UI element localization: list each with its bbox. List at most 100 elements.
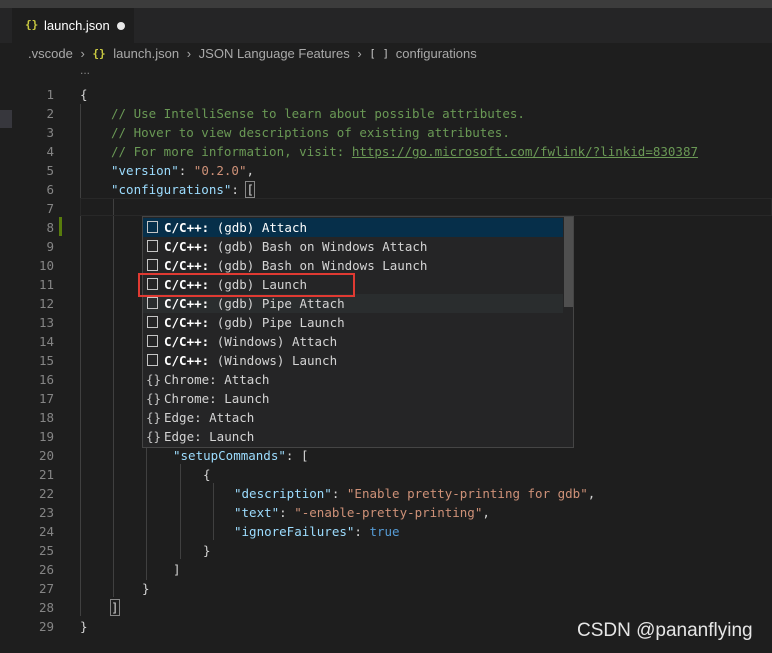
- snippet-icon: [147, 335, 158, 347]
- json-file-icon: {}: [25, 18, 39, 31]
- suggestion-item[interactable]: C/C++: (gdb) Attach: [143, 218, 563, 237]
- code-line: }: [203, 543, 211, 558]
- suggestion-label: C/C++: (gdb) Pipe Launch: [164, 313, 345, 332]
- line-number: 13: [38, 315, 54, 330]
- code-line: "description": "Enable pretty-printing f…: [234, 484, 595, 503]
- punct: :: [279, 505, 295, 520]
- json-key: "version": [111, 163, 179, 178]
- chevron-right-icon: ›: [80, 46, 85, 62]
- line-number: 23: [38, 505, 54, 520]
- suggestion-match: C/C++:: [164, 334, 217, 349]
- tab-launch-json[interactable]: {} launch.json: [12, 8, 134, 44]
- suggestion-match: Chrome:: [164, 372, 225, 387]
- suggestion-label: Chrome: Attach: [164, 370, 269, 389]
- suggestion-item[interactable]: C/C++: (gdb) Bash on Windows Attach: [143, 237, 563, 256]
- code-line: "version": "0.2.0",: [111, 161, 254, 180]
- punct: ,: [587, 486, 596, 501]
- braces-icon: {}: [146, 410, 162, 425]
- suggestion-label: Edge: Attach: [164, 408, 254, 427]
- line-number: 11: [38, 277, 54, 292]
- breadcrumb-item-launch-json[interactable]: launch.json: [113, 46, 179, 61]
- code-line: ]: [110, 598, 120, 617]
- snippet-icon: [147, 297, 158, 309]
- bracket-match: ]: [110, 599, 120, 616]
- suggestion-text: (gdb) Bash on Windows Attach: [216, 239, 428, 254]
- array-icon: [ ]: [369, 47, 390, 61]
- punct: ,: [246, 163, 255, 178]
- watermark: CSDN @pananflying: [577, 620, 753, 641]
- suggestion-label: C/C++: (gdb) Bash on Windows Attach: [164, 237, 427, 256]
- breadcrumb-item-json-language-features[interactable]: JSON Language Features: [199, 46, 350, 61]
- suggestion-item[interactable]: {} Chrome: Launch: [143, 389, 563, 408]
- code-line: "text": "-enable-pretty-printing",: [234, 503, 490, 522]
- punct: : [: [285, 448, 309, 463]
- suggestion-label: C/C++: (gdb) Attach: [164, 218, 307, 237]
- suggestion-text: Attach: [209, 410, 255, 425]
- json-key: "text": [234, 505, 280, 520]
- suggest-scrollbar[interactable]: [564, 217, 573, 307]
- line-number: 14: [38, 334, 54, 349]
- line-number: 3: [46, 125, 54, 140]
- suggest-widget[interactable]: C/C++: (gdb) Attach C/C++: (gdb) Bash on…: [142, 216, 574, 448]
- code-line: ]: [173, 562, 181, 577]
- code-comment: // Use IntelliSense to learn about possi…: [111, 106, 525, 121]
- suggestion-text: Launch: [209, 429, 255, 444]
- line-number: 15: [38, 353, 54, 368]
- braces-icon: {}: [146, 429, 162, 444]
- json-key: "setupCommands": [173, 448, 286, 463]
- punct: :: [331, 486, 347, 501]
- line-number: 26: [38, 562, 54, 577]
- suggestion-item[interactable]: C/C++: (gdb) Pipe Launch: [143, 313, 563, 332]
- line-number: 17: [38, 391, 54, 406]
- code-line: }: [142, 581, 150, 596]
- snippet-icon: [147, 221, 158, 233]
- code-line: "ignoreFailures": true: [234, 522, 400, 541]
- punct: :: [231, 182, 247, 197]
- line-number: 27: [38, 581, 54, 596]
- line-number: 2: [46, 106, 54, 121]
- json-string: "-enable-pretty-printing": [294, 505, 483, 520]
- breadcrumb-item-configurations[interactable]: configurations: [396, 46, 477, 61]
- chevron-right-icon: ›: [357, 46, 362, 62]
- suggestion-item[interactable]: C/C++: (Windows) Attach: [143, 332, 563, 351]
- line-number: 6: [46, 182, 54, 197]
- fwlink-link[interactable]: https://go.microsoft.com/fwlink/?linkid=…: [352, 144, 698, 159]
- unsaved-dot-icon[interactable]: [117, 22, 125, 30]
- braces-icon: {}: [146, 372, 162, 387]
- json-key: "description": [234, 486, 332, 501]
- line-number: 24: [38, 524, 54, 539]
- suggestion-text: (gdb) Bash on Windows Launch: [216, 258, 428, 273]
- suggestion-match: C/C++:: [164, 239, 217, 254]
- breadcrumb-item-vscode[interactable]: .vscode: [28, 46, 73, 61]
- suggestion-item[interactable]: {} Edge: Attach: [143, 408, 563, 427]
- line-number: 16: [38, 372, 54, 387]
- sticky-scroll-ellipsis: ...: [80, 63, 91, 77]
- code-line: // For more information, visit: https://…: [111, 142, 698, 161]
- suggestion-text: (Windows) Launch: [216, 353, 338, 368]
- tab-bar: {} launch.json: [0, 8, 772, 44]
- code-comment: // For more information, visit:: [111, 144, 352, 159]
- line-number: 12: [38, 296, 54, 311]
- suggestion-item[interactable]: {} Chrome: Attach: [143, 370, 563, 389]
- bracket-match: [: [245, 181, 255, 198]
- suggestion-match: C/C++:: [164, 296, 217, 311]
- line-number: 9: [46, 239, 54, 254]
- suggestion-match: C/C++:: [164, 353, 217, 368]
- punct: :: [178, 163, 194, 178]
- suggestion-text: Launch: [224, 391, 270, 406]
- suggestion-text: Attach: [224, 372, 270, 387]
- tab-title: launch.json: [44, 18, 110, 33]
- suggestion-item[interactable]: C/C++: (Windows) Launch: [143, 351, 563, 370]
- line-number: 5: [46, 163, 54, 178]
- suggestion-item[interactable]: {} Edge: Launch: [143, 427, 563, 446]
- title-bar-strip: [0, 0, 772, 8]
- line-number: 4: [46, 144, 54, 159]
- breadcrumb: .vscode › {} launch.json › JSON Language…: [28, 45, 477, 63]
- braces-icon: {}: [146, 391, 162, 406]
- line-number: 1: [46, 87, 54, 102]
- suggestion-text: (gdb) Attach: [216, 220, 307, 235]
- snippet-icon: [147, 316, 158, 328]
- line-number: 19: [38, 429, 54, 444]
- punct: ,: [482, 505, 490, 520]
- suggestion-match: Edge:: [164, 410, 210, 425]
